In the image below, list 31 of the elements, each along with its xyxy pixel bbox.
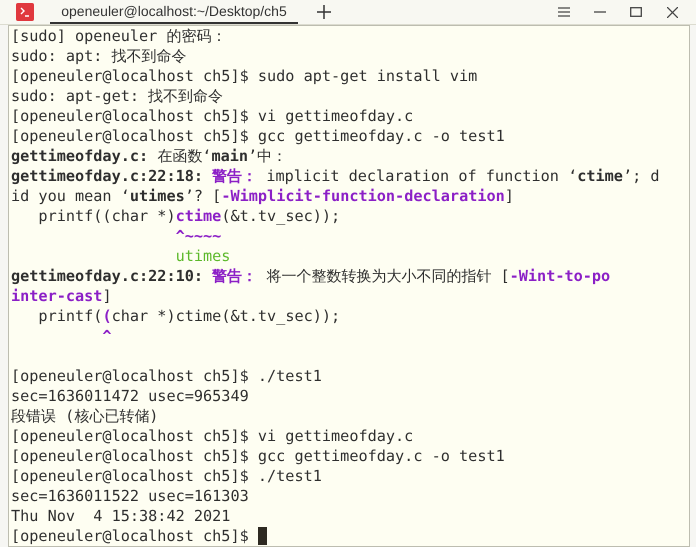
terminal-line: [openeuler@localhost ch5]$ sudo apt-get install vim [11,67,478,85]
maximize-icon [630,7,642,17]
terminal-line: utimes [174,247,230,265]
terminal-line: [openeuler@localhost ch5]$ [11,527,249,545]
terminal-line: Thu Nov 4 15:38:42 2021 [11,507,230,525]
terminal-icon [16,3,34,21]
terminal-line: [sudo] openeuler 的密码： [11,27,226,45]
menu-icon [558,7,570,17]
terminal-line: gettimeofday.c:22:18: 警告： implicit declaration of function ‘ctime’; d [11,167,660,185]
terminal-line: gettimeofday.c: 在函数‘main’中： [11,147,288,165]
close-icon [666,6,678,18]
plus-icon [317,5,331,19]
terminal-line: ^ [101,327,112,345]
terminal-line: [openeuler@localhost ch5]$ ./test1 [11,367,322,385]
terminal-line: 段错误 (核心已转储) [11,407,158,425]
terminal-line: gettimeofday.c:22:10: 警告： 将一个整数转换为大小不同的指针 [-Wint-to-po [11,267,610,285]
terminal-line: [openeuler@localhost ch5]$ ./test1 [11,467,322,485]
terminal-line: sudo: apt: 找不到命令 [11,47,187,65]
terminal-line: [openeuler@localhost ch5]$ gcc gettimeofday.c -o test1 [11,447,505,465]
terminal-line: sec=1636011522 usec=161303 [11,487,249,505]
terminal-line: printf((char *)ctime(&t.tv_sec)); [37,207,340,225]
terminal-line: [openeuler@localhost ch5]$ gcc gettimeofday.c -o test1 [11,127,505,145]
terminal-line: inter-cast] [11,287,112,305]
terminal-line: id you mean ‘utimes’? [-Wimplicit-function-declaration] [11,187,514,205]
minimize-icon [594,11,606,13]
terminal-line: printf((char *)ctime(&t.tv_sec)); [37,307,340,325]
terminal-line: ^~~~~ [174,227,222,245]
terminal-line: [openeuler@localhost ch5]$ vi gettimeofday.c [11,427,414,445]
terminal-line: sec=1636011472 usec=965349 [11,387,249,405]
terminal-line: [openeuler@localhost ch5]$ vi gettimeofday.c [11,107,414,125]
terminal-line: sudo: apt-get: 找不到命令 [11,87,224,105]
